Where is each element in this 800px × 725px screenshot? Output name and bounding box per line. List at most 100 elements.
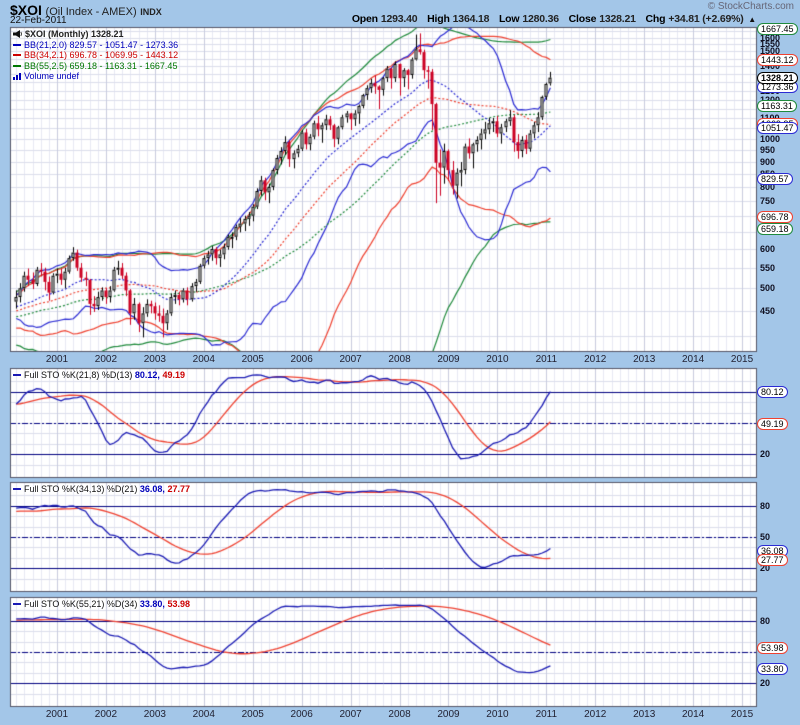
panel-tick-label: 20 bbox=[760, 678, 770, 688]
bb34-label: BB(34,2.1) 696.78 - 1069.95 - 1443.12 bbox=[24, 50, 178, 60]
x-year-label: 2015 bbox=[727, 709, 757, 720]
chg-value: +34.81 (+2.69%) bbox=[668, 13, 743, 25]
price-callout: 1051.47 bbox=[757, 122, 798, 134]
y-tick-label: 450 bbox=[760, 306, 775, 316]
x-year-label: 2015 bbox=[727, 354, 757, 365]
price-callout: 1163.31 bbox=[757, 100, 797, 112]
indicator-callout: 27.77 bbox=[757, 554, 788, 566]
sto3-swatch bbox=[13, 603, 21, 605]
indicator-callout: 80.12 bbox=[757, 386, 788, 398]
x-year-label: 2005 bbox=[238, 709, 268, 720]
price-callout: 696.78 bbox=[757, 211, 793, 223]
x-year-label: 2001 bbox=[42, 709, 72, 720]
bb21-swatch bbox=[13, 44, 21, 46]
sto2-d-value: 27.77 bbox=[167, 484, 190, 494]
close-value: 1328.21 bbox=[599, 13, 636, 25]
sto3-label: Full STO %K(55,21) %D(34) bbox=[24, 599, 137, 609]
x-year-label: 2002 bbox=[91, 354, 121, 365]
sto1-d-value: 49.19 bbox=[162, 370, 185, 380]
panel-tick-label: 80 bbox=[760, 616, 770, 626]
sto1-k-value: 80.12, bbox=[135, 370, 160, 380]
x-year-label: 2005 bbox=[238, 354, 268, 365]
indicator-callout: 53.98 bbox=[757, 642, 788, 654]
sto3-d-value: 53.98 bbox=[167, 599, 190, 609]
copyright: © StockCharts.com bbox=[708, 1, 794, 12]
x-year-label: 2010 bbox=[482, 709, 512, 720]
x-year-label: 2007 bbox=[336, 709, 366, 720]
x-year-label: 2001 bbox=[42, 354, 72, 365]
open-value: 1293.40 bbox=[381, 13, 418, 25]
up-arrow-icon: ▲ bbox=[748, 15, 756, 24]
x-year-label: 2002 bbox=[91, 709, 121, 720]
legend-volume-row: Volume undef bbox=[13, 71, 178, 82]
sto2-swatch bbox=[13, 488, 21, 490]
bb55-swatch bbox=[13, 65, 21, 67]
x-year-label: 2007 bbox=[336, 354, 366, 365]
open-label: Open bbox=[352, 13, 378, 25]
legend-symbol-row: $XOI (Monthly) 1328.21 bbox=[13, 29, 178, 40]
legend-bb55-row: BB(55,2.5) 659.18 - 1163.31 - 1667.45 bbox=[13, 61, 178, 72]
bb21-label: BB(21,2.0) 829.57 - 1051.47 - 1273.36 bbox=[24, 40, 178, 50]
stockcharts-chart: $XOI (Oil Index - AMEX) INDX 22-Feb-2011… bbox=[0, 0, 800, 725]
x-year-label: 2009 bbox=[433, 709, 463, 720]
x-year-label: 2009 bbox=[433, 354, 463, 365]
sto3-k-value: 33.80, bbox=[140, 599, 165, 609]
close-label: Close bbox=[569, 13, 597, 25]
price-callout: 829.57 bbox=[757, 173, 793, 185]
indicator-callout: 33.80 bbox=[757, 663, 788, 675]
sto1-legend: Full STO %K(21,8) %D(13) 80.12, 49.19 bbox=[13, 370, 185, 381]
x-year-label: 2011 bbox=[531, 709, 561, 720]
low-label: Low bbox=[499, 13, 519, 25]
x-year-label: 2006 bbox=[287, 354, 317, 365]
sto3-legend: Full STO %K(55,21) %D(34) 33.80, 53.98 bbox=[13, 599, 190, 610]
high-value: 1364.18 bbox=[453, 13, 490, 25]
y-tick-label: 550 bbox=[760, 263, 775, 273]
sto2-k-value: 36.08, bbox=[140, 484, 165, 494]
high-label: High bbox=[427, 13, 450, 25]
legend-bb34-row: BB(34,2.1) 696.78 - 1069.95 - 1443.12 bbox=[13, 50, 178, 61]
legend-symbol-text: $XOI (Monthly) 1328.21 bbox=[25, 29, 124, 39]
x-year-label: 2004 bbox=[189, 709, 219, 720]
chart-date: 22-Feb-2011 bbox=[10, 15, 67, 26]
panel-tick-label: 20 bbox=[760, 449, 770, 459]
x-year-label: 2003 bbox=[140, 709, 170, 720]
price-callout: 1328.21 bbox=[757, 72, 798, 84]
main-legend: $XOI (Monthly) 1328.21 BB(21,2.0) 829.57… bbox=[13, 29, 178, 82]
y-tick-label: 1000 bbox=[760, 134, 780, 144]
bb34-swatch bbox=[13, 54, 21, 56]
legend-bb21-row: BB(21,2.0) 829.57 - 1051.47 - 1273.36 bbox=[13, 40, 178, 51]
y-tick-label: 900 bbox=[760, 157, 775, 167]
x-year-label: 2008 bbox=[385, 354, 415, 365]
x-year-label: 2003 bbox=[140, 354, 170, 365]
x-year-label: 2014 bbox=[678, 709, 708, 720]
panel-tick-label: 80 bbox=[760, 501, 770, 511]
y-tick-label: 600 bbox=[760, 244, 775, 254]
x-year-label: 2011 bbox=[531, 354, 561, 365]
chg-label: Chg bbox=[646, 13, 666, 25]
sto2-label: Full STO %K(34,13) %D(21) bbox=[24, 484, 137, 494]
quote-line: Open1293.40 High1364.18 Low1280.36 Close… bbox=[345, 13, 756, 25]
y-tick-label: 750 bbox=[760, 196, 775, 206]
volume-bars-icon bbox=[13, 72, 21, 80]
sto1-label: Full STO %K(21,8) %D(13) bbox=[24, 370, 132, 380]
x-year-label: 2004 bbox=[189, 354, 219, 365]
y-tick-label: 950 bbox=[760, 145, 775, 155]
panel-tick-label: 50 bbox=[760, 532, 770, 542]
bb55-label: BB(55,2.5) 659.18 - 1163.31 - 1667.45 bbox=[24, 61, 177, 71]
price-callout: 659.18 bbox=[757, 223, 793, 235]
symbol-exchange: INDX bbox=[140, 7, 162, 17]
x-year-label: 2008 bbox=[385, 709, 415, 720]
indicator-callout: 49.19 bbox=[757, 418, 788, 430]
x-year-label: 2012 bbox=[580, 354, 610, 365]
sto1-swatch bbox=[13, 374, 21, 376]
x-year-label: 2006 bbox=[287, 709, 317, 720]
x-year-label: 2013 bbox=[629, 354, 659, 365]
x-year-label: 2012 bbox=[580, 709, 610, 720]
price-callout: 1443.12 bbox=[757, 54, 798, 66]
x-year-label: 2010 bbox=[482, 354, 512, 365]
announcement-icon bbox=[13, 30, 22, 38]
x-year-label: 2013 bbox=[629, 709, 659, 720]
volume-label: Volume undef bbox=[24, 71, 79, 81]
sto2-legend: Full STO %K(34,13) %D(21) 36.08, 27.77 bbox=[13, 484, 190, 495]
x-year-label: 2014 bbox=[678, 354, 708, 365]
